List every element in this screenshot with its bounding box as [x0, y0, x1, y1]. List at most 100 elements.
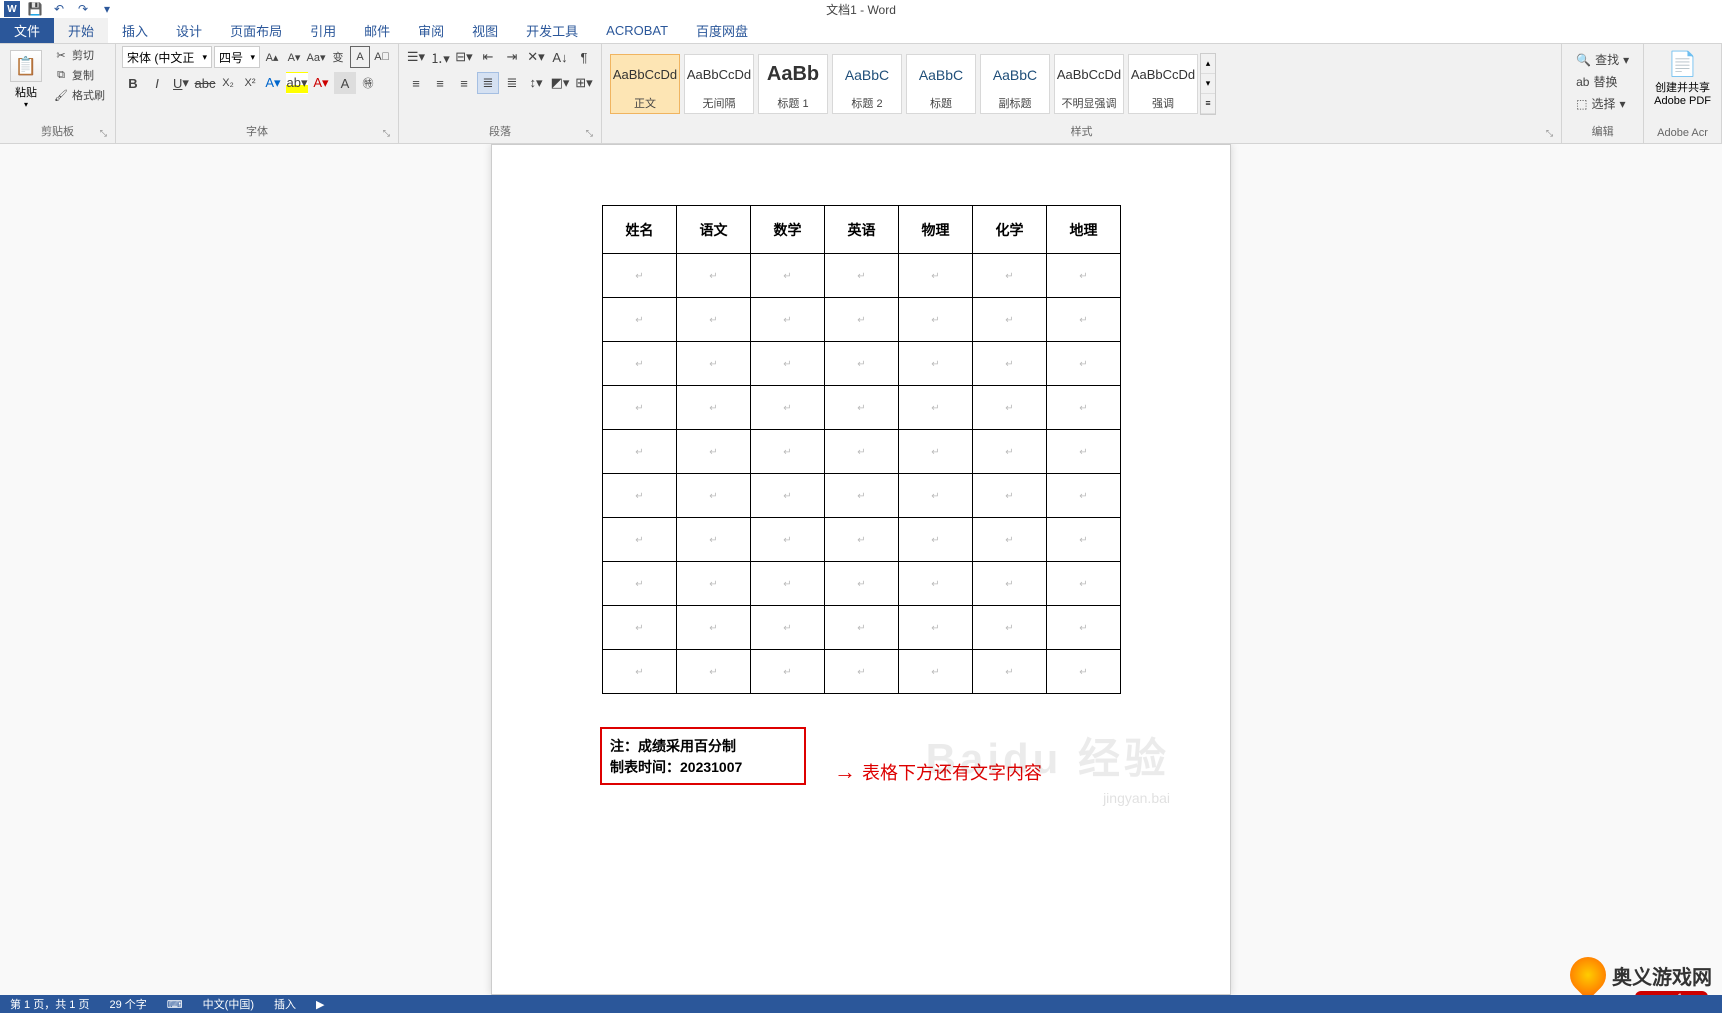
table-cell[interactable]	[899, 650, 973, 694]
style-标题 2[interactable]: AaBbC标题 2	[832, 54, 902, 114]
status-words[interactable]: 29 个字	[99, 996, 156, 1012]
table-cell[interactable]	[603, 342, 677, 386]
table-cell[interactable]	[825, 386, 899, 430]
table-cell[interactable]	[973, 562, 1047, 606]
bullets-button[interactable]: ☰▾	[405, 46, 427, 68]
tab-baidu[interactable]: 百度网盘	[682, 18, 762, 43]
table-cell[interactable]	[751, 562, 825, 606]
font-family-select[interactable]: 宋体 (中文正▾	[122, 46, 212, 68]
numbering-button[interactable]: ⒈▾	[429, 46, 451, 68]
table-cell[interactable]	[1047, 298, 1121, 342]
page[interactable]: 姓名语文数学英语物理化学地理 注：成绩采用百分制 制表时间：20231007 →…	[491, 144, 1231, 995]
tab-references[interactable]: 引用	[296, 18, 350, 43]
table-cell[interactable]	[603, 474, 677, 518]
table-cell[interactable]	[677, 298, 751, 342]
char-border-button[interactable]: A	[350, 46, 370, 68]
decrease-indent-button[interactable]: ⇤	[477, 46, 499, 68]
table-cell[interactable]	[1047, 254, 1121, 298]
status-lang-icon[interactable]: ⌨	[157, 998, 193, 1011]
table-cell[interactable]	[899, 254, 973, 298]
table-cell[interactable]	[603, 518, 677, 562]
change-case-button[interactable]: Aa▾	[306, 46, 326, 68]
table-header[interactable]: 地理	[1047, 206, 1121, 254]
table-cell[interactable]	[825, 298, 899, 342]
borders-button[interactable]: ⊞▾	[573, 72, 595, 94]
italic-button[interactable]: I	[146, 72, 168, 94]
font-color-button[interactable]: A▾	[310, 72, 332, 94]
increase-indent-button[interactable]: ⇥	[501, 46, 523, 68]
table-cell[interactable]	[825, 342, 899, 386]
table-cell[interactable]	[751, 342, 825, 386]
shrink-font-button[interactable]: A▾	[284, 46, 304, 68]
style-正文[interactable]: AaBbCcDd正文	[610, 54, 680, 114]
superscript-button[interactable]: X²	[240, 72, 260, 94]
tab-insert[interactable]: 插入	[108, 18, 162, 43]
align-right-button[interactable]: ≡	[453, 72, 475, 94]
select-button[interactable]: ⬚选择 ▾	[1572, 94, 1633, 113]
table-cell[interactable]	[1047, 518, 1121, 562]
table-cell[interactable]	[677, 430, 751, 474]
table-cell[interactable]	[899, 430, 973, 474]
table-cell[interactable]	[1047, 562, 1121, 606]
table-cell[interactable]	[899, 606, 973, 650]
styles-more[interactable]: ▴▾≡	[1200, 53, 1216, 115]
table-cell[interactable]	[603, 386, 677, 430]
status-macro-icon[interactable]: ▶	[306, 998, 334, 1011]
tab-acrobat[interactable]: ACROBAT	[592, 18, 682, 43]
table-cell[interactable]	[899, 342, 973, 386]
tab-file[interactable]: 文件	[0, 18, 54, 43]
line-spacing-button[interactable]: ↕▾	[525, 72, 547, 94]
table-cell[interactable]	[603, 298, 677, 342]
table-cell[interactable]	[973, 342, 1047, 386]
table-cell[interactable]	[973, 474, 1047, 518]
style-标题[interactable]: AaBbC标题	[906, 54, 976, 114]
table-cell[interactable]	[825, 254, 899, 298]
table-cell[interactable]	[751, 474, 825, 518]
table-header[interactable]: 姓名	[603, 206, 677, 254]
char-shading-button[interactable]: A	[334, 72, 356, 94]
styles-launcher[interactable]: ⤡	[1546, 128, 1553, 139]
phonetic-button[interactable]: 变	[328, 46, 348, 68]
status-lang[interactable]: 中文(中国)	[193, 996, 264, 1012]
tab-design[interactable]: 设计	[162, 18, 216, 43]
font-size-select[interactable]: 四号▾	[214, 46, 260, 68]
tab-review[interactable]: 审阅	[404, 18, 458, 43]
table-cell[interactable]	[973, 606, 1047, 650]
style-副标题[interactable]: AaBbC副标题	[980, 54, 1050, 114]
table-cell[interactable]	[677, 650, 751, 694]
clear-format-button[interactable]: A⃠	[372, 46, 392, 68]
undo-button[interactable]: ↶	[48, 0, 70, 18]
table-cell[interactable]	[899, 298, 973, 342]
table-cell[interactable]	[1047, 430, 1121, 474]
table-cell[interactable]	[603, 254, 677, 298]
table-cell[interactable]	[603, 430, 677, 474]
find-button[interactable]: 🔍查找 ▾	[1572, 50, 1633, 69]
table-cell[interactable]	[973, 298, 1047, 342]
table-cell[interactable]	[1047, 342, 1121, 386]
table-cell[interactable]	[1047, 474, 1121, 518]
bold-button[interactable]: B	[122, 72, 144, 94]
asian-layout-button[interactable]: ✕▾	[525, 46, 547, 68]
paste-button[interactable]: 📋 粘贴 ▾	[6, 46, 46, 113]
table-header[interactable]: 数学	[751, 206, 825, 254]
document-area[interactable]: 姓名语文数学英语物理化学地理 注：成绩采用百分制 制表时间：20231007 →…	[0, 144, 1722, 995]
table-cell[interactable]	[751, 430, 825, 474]
table-cell[interactable]	[603, 606, 677, 650]
tab-layout[interactable]: 页面布局	[216, 18, 296, 43]
multilevel-button[interactable]: ⊟▾	[453, 46, 475, 68]
sort-button[interactable]: A↓	[549, 46, 571, 68]
table-cell[interactable]	[825, 430, 899, 474]
table-cell[interactable]	[825, 650, 899, 694]
table-cell[interactable]	[973, 650, 1047, 694]
style-不明显强调[interactable]: AaBbCcDd不明显强调	[1054, 54, 1124, 114]
table-cell[interactable]	[973, 430, 1047, 474]
table-cell[interactable]	[677, 386, 751, 430]
subscript-button[interactable]: X₂	[218, 72, 238, 94]
table-cell[interactable]	[751, 386, 825, 430]
tab-mailings[interactable]: 邮件	[350, 18, 404, 43]
style-标题 1[interactable]: AaBb标题 1	[758, 54, 828, 114]
shading-button[interactable]: ◩▾	[549, 72, 571, 94]
table-cell[interactable]	[899, 562, 973, 606]
highlight-button[interactable]: ab▾	[286, 72, 308, 94]
font-launcher[interactable]: ⤡	[383, 128, 390, 139]
